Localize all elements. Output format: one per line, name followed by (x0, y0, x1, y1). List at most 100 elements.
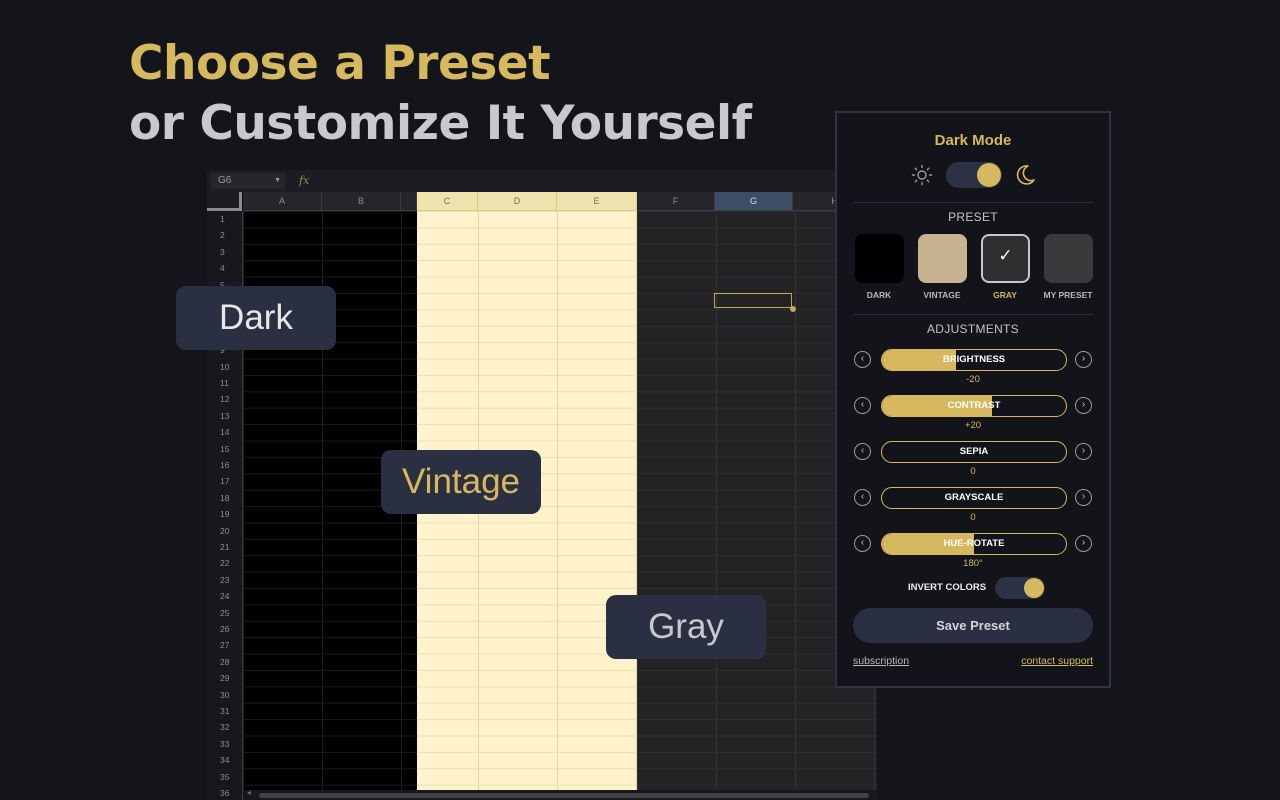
slider-label: BRIGHTNESS (942, 354, 1006, 365)
decrease-grayscale-button[interactable]: ‹ (854, 489, 871, 506)
column-header-selected[interactable]: G (715, 192, 793, 211)
dark-mode-toggle[interactable] (946, 162, 1002, 188)
row-number[interactable]: 21 (207, 539, 240, 555)
slider-value: 0 (970, 466, 976, 477)
toggle-knob (1024, 578, 1044, 598)
row-number[interactable]: 20 (207, 523, 240, 539)
select-all-corner[interactable] (207, 192, 242, 211)
row-number[interactable]: 32 (207, 719, 240, 735)
check-icon: ✓ (998, 246, 1013, 265)
horizontal-scrollbar[interactable]: ◂ (243, 788, 877, 800)
preset-swatch-my-preset[interactable] (1044, 234, 1093, 283)
badge-gray: Gray (606, 595, 766, 659)
preset-swatch-gray[interactable]: ✓ (981, 234, 1030, 283)
save-preset-button[interactable]: Save Preset (853, 608, 1093, 643)
row-number[interactable]: 33 (207, 736, 240, 752)
slider-value: 180° (963, 558, 983, 569)
toggle-knob (977, 163, 1001, 187)
sepia-slider[interactable]: SEPIA (881, 441, 1067, 463)
invert-colors-label: INVERT COLORS (908, 582, 987, 593)
row-number[interactable]: 28 (207, 654, 240, 670)
row-number[interactable]: 26 (207, 621, 240, 637)
slider-label: SEPIA (959, 446, 989, 457)
selected-cell[interactable] (714, 293, 792, 308)
decrease-hue-rotate-button[interactable]: ‹ (854, 535, 871, 552)
row-number[interactable]: 14 (207, 424, 240, 440)
slider-label: CONTRAST (947, 400, 1001, 411)
column-header[interactable]: D (478, 192, 557, 211)
slider-label: HUE-ROTATE (943, 538, 1005, 549)
preset-heading: PRESET (948, 210, 998, 224)
row-number[interactable]: 34 (207, 752, 240, 768)
row-number[interactable]: 23 (207, 572, 240, 588)
slider-value: +20 (964, 420, 982, 431)
preset-label-my-preset: MY PRESET (1043, 290, 1093, 300)
invert-colors-toggle[interactable] (995, 577, 1045, 599)
sun-icon (911, 164, 933, 186)
hue-rotate-slider[interactable]: HUE-ROTATE (881, 533, 1067, 555)
preset-swatch-dark[interactable] (855, 234, 904, 283)
preset-swatch-vintage[interactable] (918, 234, 967, 283)
row-number[interactable]: 22 (207, 555, 240, 571)
increase-grayscale-button[interactable]: › (1075, 489, 1092, 506)
row-number[interactable]: 3 (207, 244, 240, 260)
row-number[interactable]: 25 (207, 605, 240, 621)
brightness-slider[interactable]: BRIGHTNESS (881, 349, 1067, 371)
subscription-link[interactable]: subscription (853, 655, 909, 667)
row-number[interactable]: 27 (207, 637, 240, 653)
column-header[interactable]: E (557, 192, 637, 211)
column-header[interactable]: C (417, 192, 478, 211)
increase-contrast-button[interactable]: › (1075, 397, 1092, 414)
moon-icon (1016, 165, 1035, 185)
preset-label-dark: DARK (866, 290, 892, 300)
scrollbar-thumb[interactable] (259, 793, 869, 798)
adjustments-heading: ADJUSTMENTS (927, 322, 1019, 336)
slider-value: 0 (970, 512, 976, 523)
fill-handle[interactable] (790, 306, 796, 312)
row-number[interactable]: 29 (207, 670, 240, 686)
name-box-value: G6 (218, 175, 232, 186)
headline-line-1: Choose a Preset (129, 36, 551, 91)
row-number[interactable]: 15 (207, 441, 240, 457)
decrease-contrast-button[interactable]: ‹ (854, 397, 871, 414)
increase-brightness-button[interactable]: › (1075, 351, 1092, 368)
contact-support-link[interactable]: contact support (1021, 655, 1093, 667)
decrease-brightness-button[interactable]: ‹ (854, 351, 871, 368)
row-number[interactable]: 30 (207, 687, 240, 703)
row-number[interactable]: 17 (207, 473, 240, 489)
divider (853, 202, 1093, 203)
row-number[interactable]: 11 (207, 375, 240, 391)
scroll-left-icon[interactable]: ◂ (247, 788, 251, 797)
badge-vintage: Vintage (381, 450, 541, 514)
name-box[interactable]: G6 ▼ (211, 173, 285, 189)
row-number[interactable]: 35 (207, 769, 240, 785)
increase-sepia-button[interactable]: › (1075, 443, 1092, 460)
slider-label: GRAYSCALE (944, 492, 1004, 503)
row-number[interactable]: 19 (207, 506, 240, 522)
row-number[interactable]: 13 (207, 408, 240, 424)
row-number[interactable]: 24 (207, 588, 240, 604)
increase-hue-rotate-button[interactable]: › (1075, 535, 1092, 552)
preset-label-gray: GRAY (993, 290, 1017, 300)
row-number[interactable]: 12 (207, 391, 240, 407)
column-header[interactable]: F (637, 192, 715, 211)
column-header[interactable]: A (243, 192, 322, 211)
row-number[interactable]: 16 (207, 457, 240, 473)
row-number[interactable]: 10 (207, 359, 240, 375)
preset-label-vintage: VINTAGE (923, 290, 961, 300)
grayscale-slider[interactable]: GRAYSCALE (881, 487, 1067, 509)
headline: Choose a Preset or Customize It Yourself (129, 34, 752, 154)
row-number[interactable]: 1 (207, 211, 240, 227)
headline-line-2: or Customize It Yourself (129, 96, 752, 151)
row-number[interactable]: 18 (207, 490, 240, 506)
contrast-slider[interactable]: CONTRAST (881, 395, 1067, 417)
divider (853, 314, 1093, 315)
formula-bar: G6 ▼ fx (207, 170, 877, 192)
row-number[interactable]: 2 (207, 227, 240, 243)
row-number[interactable]: 31 (207, 703, 240, 719)
slider-value: -20 (966, 374, 980, 385)
column-header[interactable]: B (322, 192, 401, 211)
row-number[interactable]: 36 (207, 785, 240, 800)
decrease-sepia-button[interactable]: ‹ (854, 443, 871, 460)
row-number[interactable]: 4 (207, 260, 240, 276)
